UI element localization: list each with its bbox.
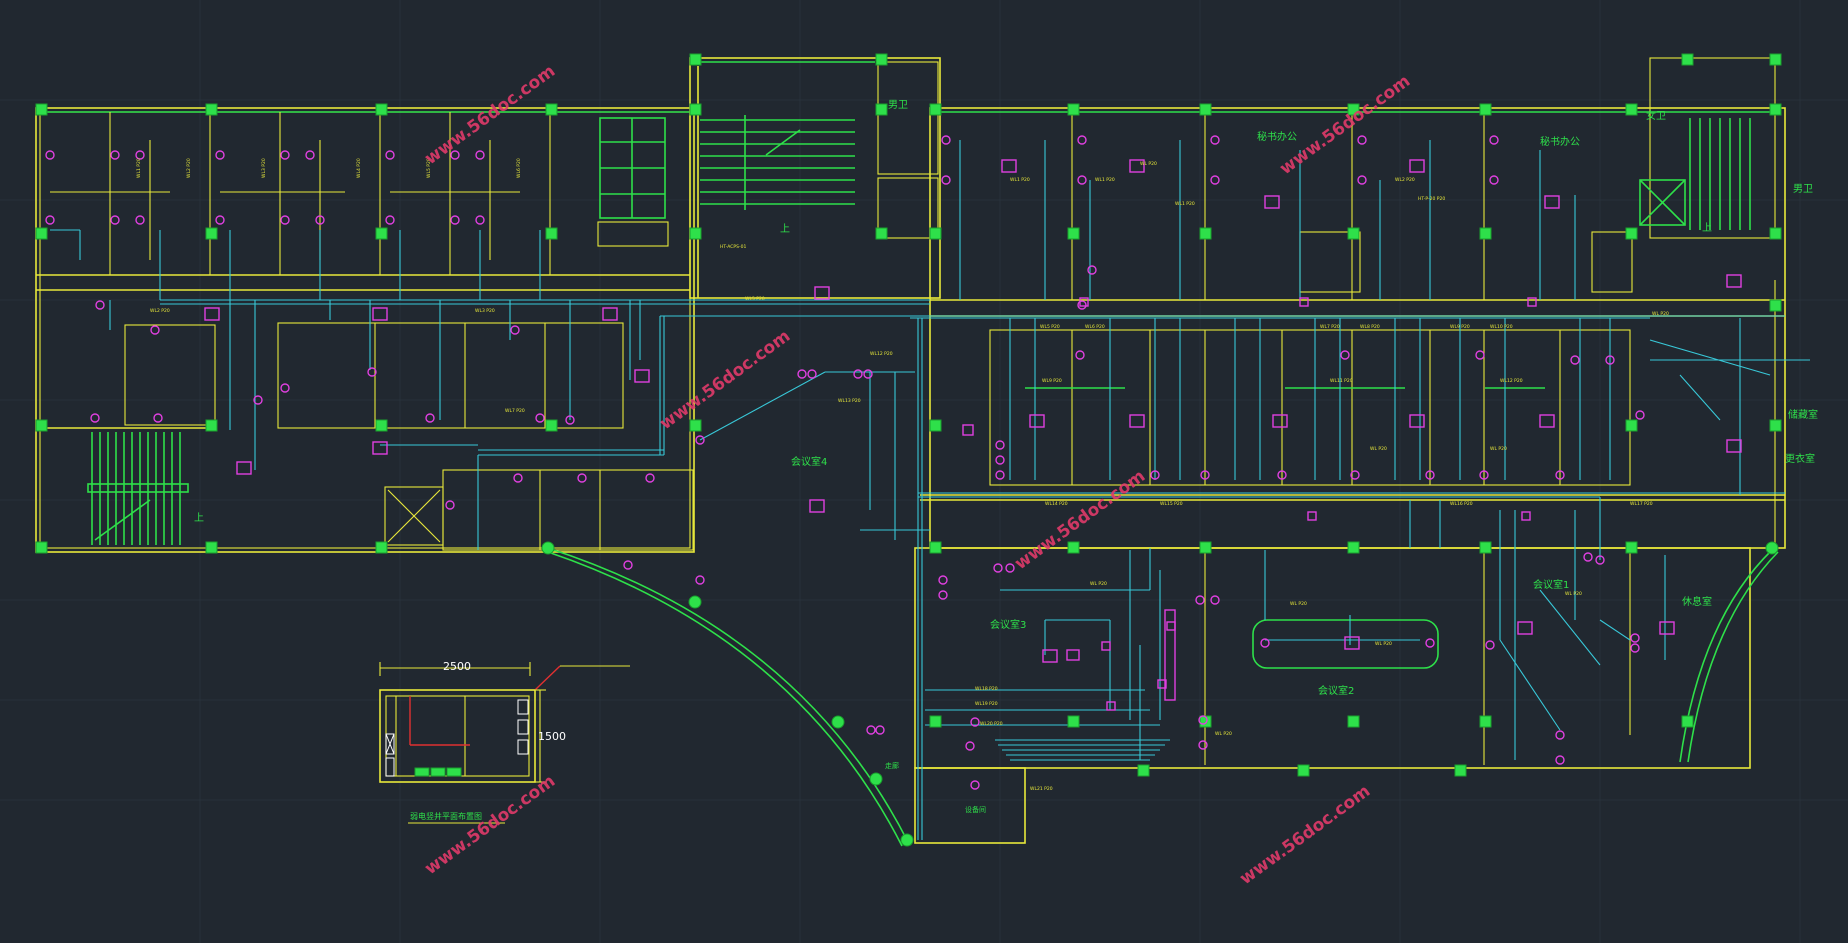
room-label-meeting-2: 会议室2 (1318, 684, 1354, 697)
watermark-3: www.56doc.com (656, 326, 794, 434)
room-label-storage: 储藏室 (1788, 408, 1818, 421)
svg-text:WL1 P20: WL1 P20 (1095, 177, 1115, 183)
stair-up-label-b: 上 (194, 512, 204, 524)
room-label-dressing: 更衣室 (1785, 452, 1815, 465)
svg-text:WL P20: WL P20 (1215, 731, 1232, 737)
svg-text:WL2 P20: WL2 P20 (150, 308, 170, 314)
room-label-meeting-4: 会议室4 (791, 455, 827, 468)
svg-text:WL1 P20: WL1 P20 (1010, 177, 1030, 183)
curved-wall-left-inner (547, 551, 903, 847)
room-label-toilet-male-top: 男卫 (888, 99, 908, 111)
floor-plan-svg: WL1 P20 WL2 P20 WL3 P20 WL4 P20 WL5 P20 … (0, 0, 1848, 943)
room-labels: 男卫 女卫 男卫 秘书办公 秘书办公 会议室4 会议室3 会议室2 会议室1 休… (194, 99, 1818, 814)
svg-text:WL18 P20: WL18 P20 (975, 686, 998, 692)
svg-text:WL P20: WL P20 (1652, 311, 1669, 317)
svg-text:WL P20: WL P20 (1370, 446, 1387, 452)
svg-text:WL P20: WL P20 (1140, 161, 1157, 167)
svg-text:WL19 P20: WL19 P20 (975, 701, 998, 707)
structural-columns (35, 53, 1782, 847)
svg-text:WL P20: WL P20 (1565, 591, 1582, 597)
svg-text:WL4 P20: WL4 P20 (356, 158, 362, 178)
svg-text:WL3 P20: WL3 P20 (475, 308, 495, 314)
svg-text:WL7 P20: WL7 P20 (1320, 324, 1340, 330)
svg-text:WL15 P20: WL15 P20 (1160, 501, 1183, 507)
room-label-toilet-male-right: 男卫 (1793, 183, 1813, 195)
svg-text:WL5 P20: WL5 P20 (745, 296, 765, 302)
room-label-equip: 设备间 (965, 805, 986, 814)
room-label-corridor: 走廊 (885, 761, 899, 770)
stair-up-label-c: 上 (1702, 222, 1712, 234)
svg-text:WL P20: WL P20 (1290, 601, 1307, 607)
svg-text:WL9 P20: WL9 P20 (1450, 324, 1470, 330)
svg-text:WL16 P20: WL16 P20 (1450, 501, 1473, 507)
left-wing-walls (35, 107, 695, 553)
shaft-fixtures (599, 117, 666, 219)
stair-left (87, 432, 189, 545)
cad-drawing-canvas[interactable]: WL1 P20 WL2 P20 WL3 P20 WL4 P20 WL5 P20 … (0, 0, 1848, 943)
svg-text:WL14 P20: WL14 P20 (1045, 501, 1068, 507)
center-stair-block (689, 57, 941, 299)
svg-text:WL12 P20: WL12 P20 (1500, 378, 1523, 384)
svg-text:WL3 P20: WL3 P20 (261, 158, 267, 178)
watermark-5: www.56doc.com (421, 771, 559, 879)
svg-text:WL6 P20: WL6 P20 (516, 158, 522, 178)
svg-text:WL P20: WL P20 (1090, 581, 1107, 587)
dimension-height: 1500 (538, 730, 566, 743)
svg-text:WL12 P20: WL12 P20 (870, 351, 893, 357)
svg-text:WL2 P20: WL2 P20 (186, 158, 192, 178)
detail-title: 弱电竖井平面布置图 (410, 811, 482, 821)
room-label-toilet-female: 女卫 (1646, 109, 1666, 122)
svg-text:WL21 P20: WL21 P20 (1030, 786, 1053, 792)
room-label-office-a: 秘书办公 (1257, 130, 1297, 143)
curved-wall-left (547, 547, 909, 843)
stair-right (1639, 118, 1751, 230)
svg-text:WL17 P20: WL17 P20 (1630, 501, 1653, 507)
dimension-width: 2500 (443, 660, 471, 673)
svg-text:WL7 P20: WL7 P20 (505, 408, 525, 414)
svg-text:WL8 P20: WL8 P20 (1360, 324, 1380, 330)
svg-text:HT-ACPS-01: HT-ACPS-01 (720, 244, 746, 250)
svg-text:WL11 P20: WL11 P20 (1330, 378, 1353, 384)
svg-text:WL P20: WL P20 (1375, 641, 1392, 647)
watermark-4: www.56doc.com (1011, 466, 1149, 574)
room-label-rest-room: 休息室 (1682, 595, 1712, 608)
svg-text:WL6 P20: WL6 P20 (1085, 324, 1105, 330)
svg-text:HT-P-20 P20: HT-P-20 P20 (1418, 196, 1445, 202)
watermark-2: www.56doc.com (1276, 71, 1414, 179)
shaft-detail-inset: 2500 1500 弱电竖井平面布置图 (379, 660, 630, 824)
svg-text:WL10 P20: WL10 P20 (1490, 324, 1513, 330)
circuit-annotations: WL1 P20 WL2 P20 WL3 P20 WL4 P20 WL5 P20 … (136, 158, 1669, 792)
svg-text:WL1 P20: WL1 P20 (136, 158, 142, 178)
room-label-meeting-1: 会议室1 (1533, 578, 1569, 591)
watermark-6: www.56doc.com (1236, 781, 1374, 889)
room-label-office-b: 秘书办公 (1540, 135, 1580, 148)
svg-text:WL P20: WL P20 (1490, 446, 1507, 452)
svg-text:WL5 P20: WL5 P20 (1040, 324, 1060, 330)
svg-text:WL2 P20: WL2 P20 (1395, 177, 1415, 183)
svg-text:WL13 P20: WL13 P20 (838, 398, 861, 404)
stair-up-label-a: 上 (780, 223, 790, 235)
svg-text:WL1 P20: WL1 P20 (1175, 201, 1195, 207)
svg-text:WL20 P20: WL20 P20 (980, 721, 1003, 727)
room-label-meeting-3: 会议室3 (990, 618, 1026, 631)
curved-wall-right-inner (1687, 551, 1779, 763)
svg-text:WL9 P20: WL9 P20 (1042, 378, 1062, 384)
